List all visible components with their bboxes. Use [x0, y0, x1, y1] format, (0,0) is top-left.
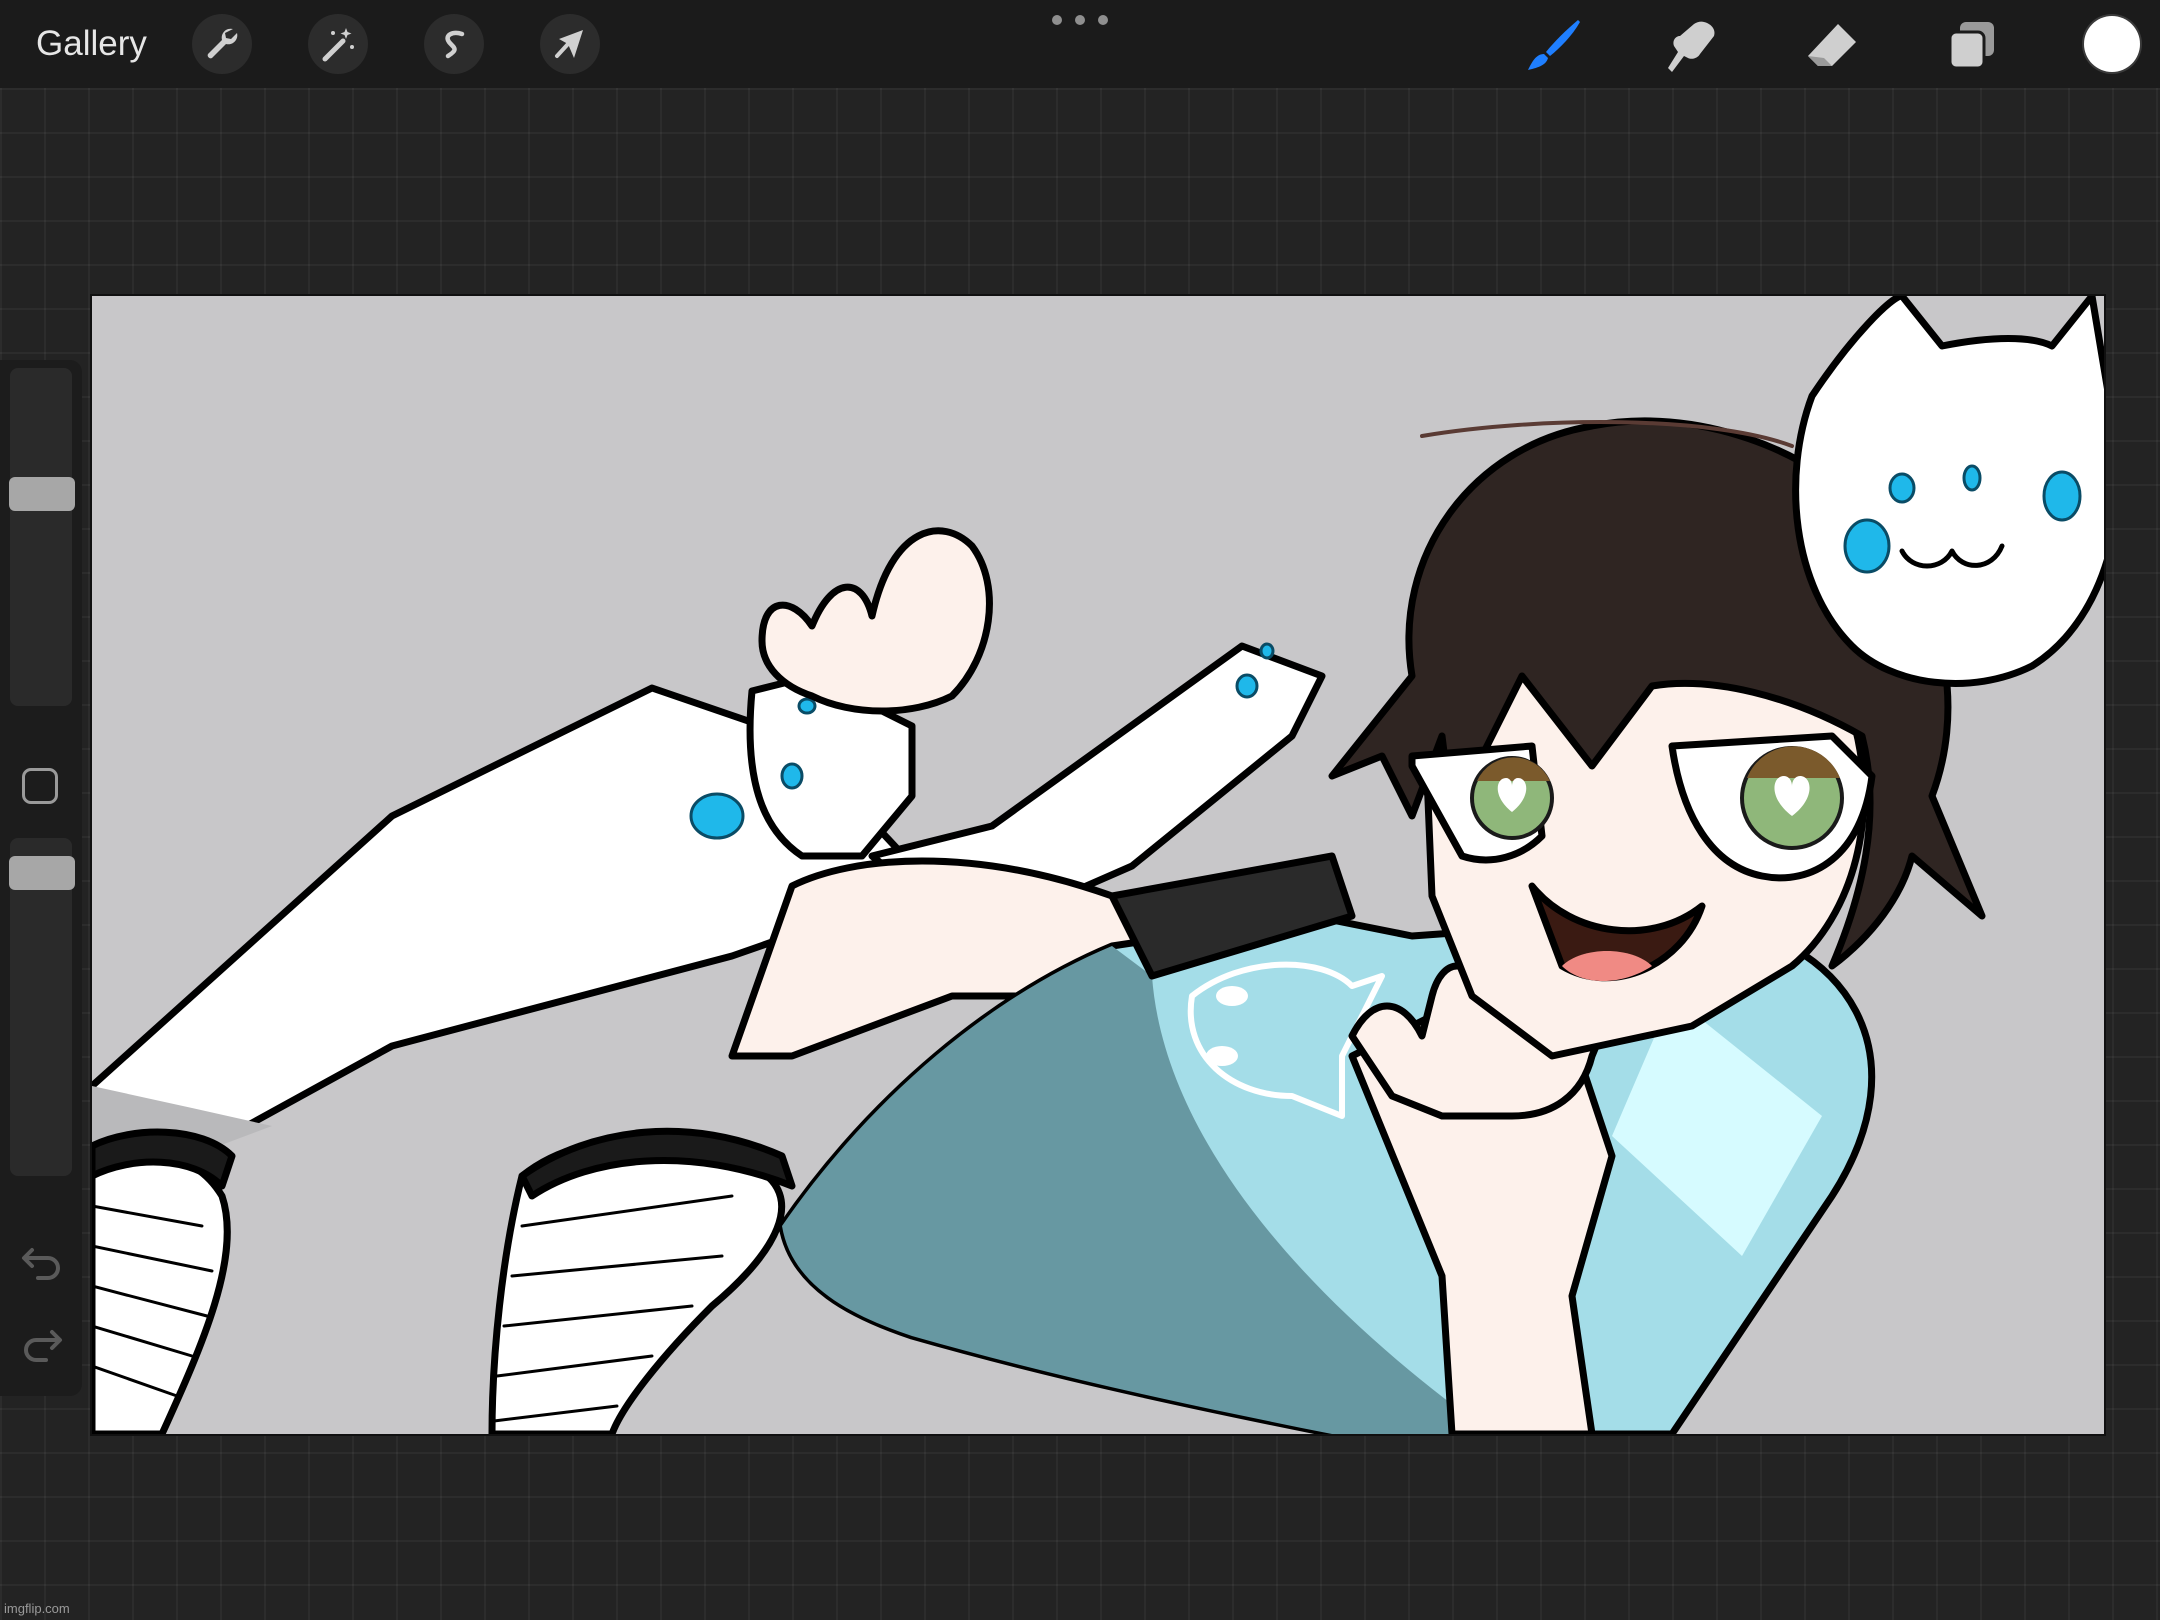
adjustments-button[interactable]: [308, 14, 368, 74]
selection-s-icon: [445, 30, 465, 59]
mask-eye-large-right: [2042, 470, 2082, 522]
kitten-eye-big: [689, 792, 745, 840]
modify-button[interactable]: [22, 768, 58, 804]
brush-size-slider[interactable]: [9, 368, 75, 706]
color-picker-button[interactable]: [2084, 16, 2140, 72]
transform-button[interactable]: [540, 14, 600, 74]
kitten2-eye: [1235, 673, 1259, 699]
mask-eye-small-right: [1962, 464, 1982, 492]
kitten2-eye-small: [1259, 642, 1275, 660]
actions-button[interactable]: [192, 14, 252, 74]
opacity-slider-thumb[interactable]: [9, 856, 75, 890]
more-options-handle[interactable]: [1052, 10, 1108, 30]
top-toolbar: Gallery: [0, 0, 2160, 88]
undo-icon[interactable]: [20, 1240, 64, 1280]
redo-icon[interactable]: [20, 1322, 64, 1362]
dot: [1052, 15, 1062, 25]
selection-button[interactable]: [424, 14, 484, 74]
kitten-eye-tiny: [797, 697, 817, 715]
brush-icon: [1528, 20, 1580, 70]
magic-wand-icon: [322, 28, 354, 62]
wrench-icon: [207, 28, 238, 59]
artwork: [92, 296, 2104, 1434]
left-sidebar: [0, 360, 82, 1396]
dot: [1098, 15, 1108, 25]
watermark: imgflip.com: [4, 1601, 70, 1616]
gallery-button[interactable]: Gallery: [36, 20, 147, 68]
brush-tool-button[interactable]: [1520, 14, 1584, 78]
drawing-canvas[interactable]: [90, 294, 2106, 1436]
kitten-eye-small: [780, 762, 804, 790]
dot: [1075, 15, 1085, 25]
eraser-icon: [1808, 24, 1856, 66]
layers-icon: [1948, 22, 1994, 70]
opacity-slider[interactable]: [9, 838, 75, 1176]
layers-button[interactable]: [1940, 14, 2004, 78]
smudge-finger-icon: [1668, 21, 1715, 72]
arrow-cursor-icon: [555, 30, 583, 58]
smudge-tool-button[interactable]: [1660, 14, 1724, 78]
brush-size-slider-thumb[interactable]: [9, 477, 75, 511]
mask-eye-small-left: [1888, 472, 1916, 504]
eraser-tool-button[interactable]: [1800, 14, 1864, 78]
mask-eye-large-left: [1843, 518, 1891, 574]
